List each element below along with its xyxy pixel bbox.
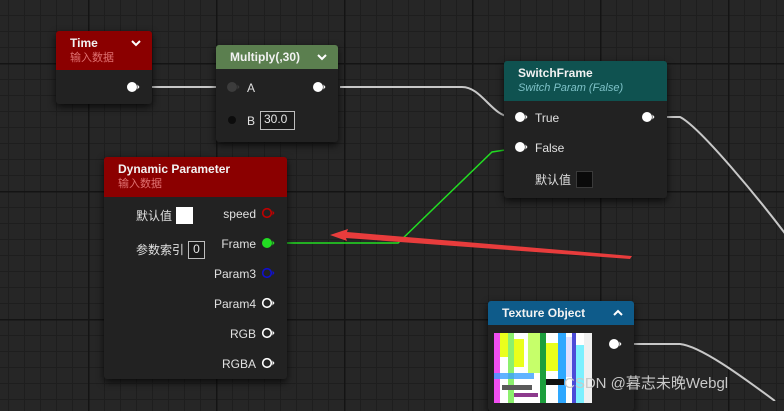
- output-label-rgba: RGBA: [221, 357, 256, 371]
- dynamic-parameter-node-header[interactable]: Dynamic Parameter 输入数据: [104, 157, 287, 197]
- node-subtitle: Switch Param (False): [518, 82, 624, 94]
- default-value-checkbox[interactable]: [576, 171, 593, 188]
- switch-true-pin[interactable]: [514, 111, 528, 123]
- switch-false-pin[interactable]: [514, 141, 528, 153]
- pin-label-false: False: [535, 141, 565, 155]
- output-label-frame: Frame: [221, 237, 256, 251]
- default-value-color-swatch[interactable]: [176, 207, 193, 224]
- time-output-pin[interactable]: [126, 81, 140, 93]
- multiply-node[interactable]: Multiply(,30) A B 30.0: [216, 45, 338, 142]
- pin-label-b: B: [247, 114, 256, 128]
- chevron-down-icon[interactable]: [130, 38, 142, 48]
- switch-output-pin[interactable]: [641, 111, 655, 123]
- rgb-output-pin[interactable]: [261, 327, 275, 339]
- red-annotation-arrow: [330, 229, 632, 259]
- texture-output-pin[interactable]: [608, 338, 622, 350]
- speed-output-pin[interactable]: [261, 207, 275, 219]
- output-label-param3: Param3: [213, 267, 256, 281]
- param-index-label: 参数索引: [136, 243, 185, 257]
- time-node-header[interactable]: Time 输入数据: [56, 31, 152, 70]
- default-value-label: 默认值: [535, 173, 572, 187]
- pin-label-true: True: [535, 111, 560, 125]
- param-index-field[interactable]: 0: [188, 241, 205, 259]
- output-label-param4: Param4: [213, 297, 256, 311]
- texture-object-node-header[interactable]: Texture Object: [488, 301, 634, 325]
- wire-frame-to-switch-false: [276, 147, 519, 244]
- node-title: Multiply(,30): [230, 50, 301, 64]
- default-value-label: 默认值: [136, 209, 173, 223]
- param4-output-pin[interactable]: [261, 297, 275, 309]
- output-label-speed: speed: [223, 207, 256, 221]
- multiply-input-a-pin[interactable]: [226, 81, 240, 93]
- node-subtitle: 输入数据: [70, 52, 114, 64]
- output-label-rgb: RGB: [229, 327, 256, 341]
- csdn-watermark: CSDN @暮志未晚Webgl: [564, 375, 729, 392]
- node-title: Time: [70, 36, 98, 50]
- wire-multiply-to-switch-true: [340, 86, 518, 118]
- texture-object-node[interactable]: Texture Object: [488, 301, 634, 411]
- multiply-node-header[interactable]: Multiply(,30): [216, 45, 338, 69]
- multiply-output-pin[interactable]: [312, 81, 326, 93]
- switchframe-node-header[interactable]: SwitchFrame Switch Param (False): [504, 61, 667, 101]
- frame-output-pin[interactable]: [261, 237, 275, 249]
- b-value-field[interactable]: 30.0: [260, 111, 295, 130]
- node-subtitle: 输入数据: [118, 178, 162, 190]
- chevron-up-icon[interactable]: [612, 308, 624, 318]
- wire-switch-out: [665, 116, 784, 234]
- dynamic-parameter-node[interactable]: Dynamic Parameter 输入数据 默认值 speed 参数索引 0 …: [104, 157, 287, 379]
- time-node[interactable]: Time 输入数据: [56, 31, 152, 104]
- rgba-output-pin[interactable]: [261, 357, 275, 369]
- switchframe-node[interactable]: SwitchFrame Switch Param (False) True Fa…: [504, 61, 667, 198]
- node-title: Texture Object: [502, 306, 586, 320]
- chevron-down-icon[interactable]: [316, 52, 328, 62]
- param3-output-pin[interactable]: [261, 267, 275, 279]
- multiply-input-b-pin[interactable]: [226, 114, 240, 126]
- node-title: SwitchFrame: [518, 66, 593, 80]
- pin-label-a: A: [247, 81, 256, 95]
- node-title: Dynamic Parameter: [118, 162, 231, 176]
